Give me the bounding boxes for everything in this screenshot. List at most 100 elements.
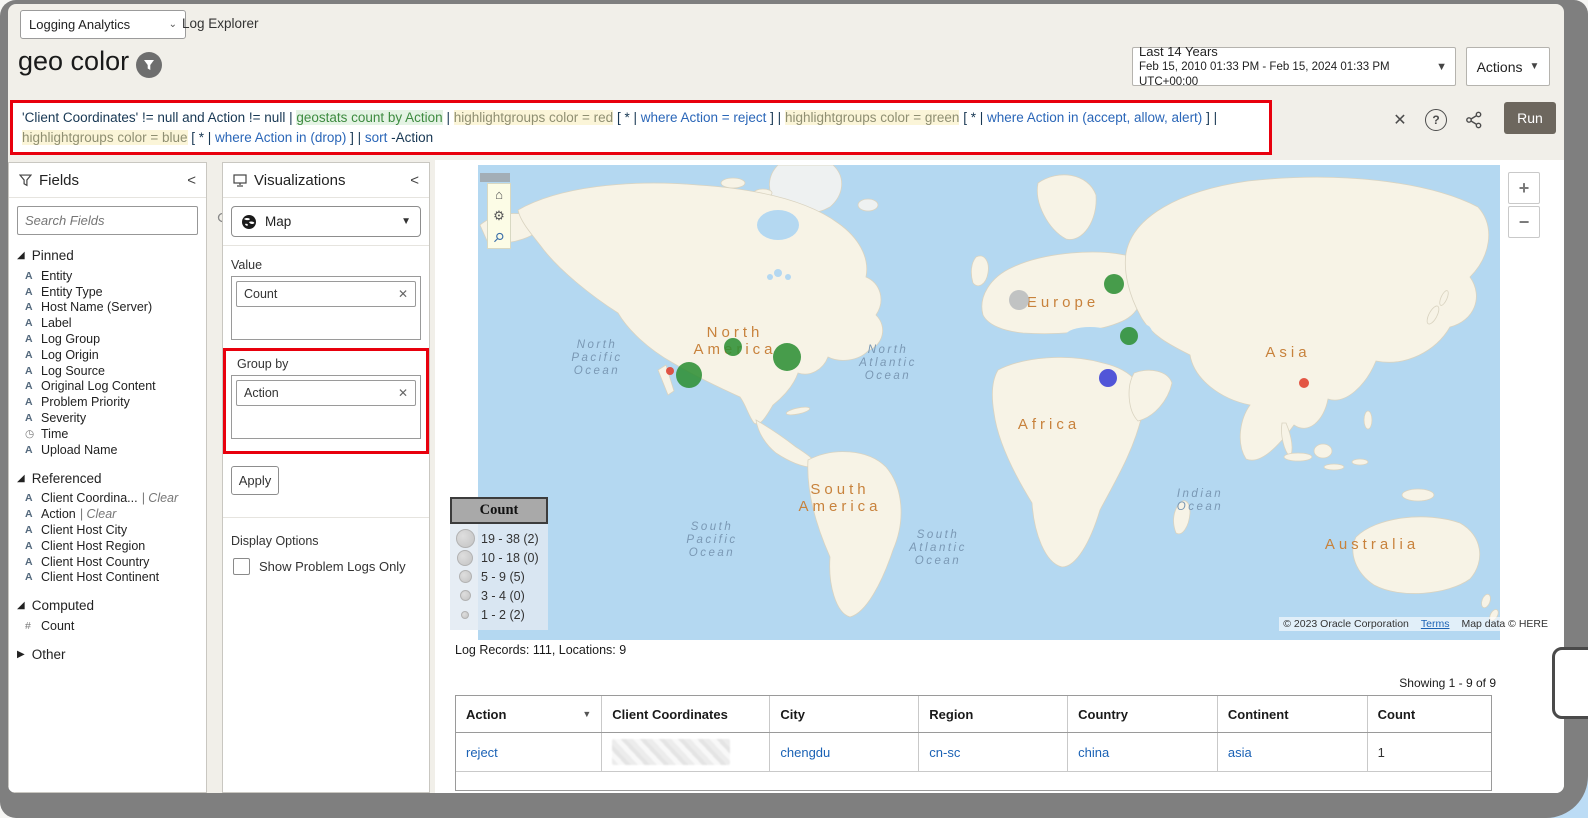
field-item[interactable]: # Count [9,618,206,634]
field-item[interactable]: A Client Host City [9,522,206,538]
chart-type-dropdown[interactable]: Map ▼ [231,206,421,237]
share-icon[interactable] [1462,108,1486,132]
query-token: geostats count by Action [296,110,443,125]
column-header[interactable]: Action ▼ [456,696,603,732]
map-label: South Pacific Ocean [686,521,737,559]
show-problem-logs-checkbox[interactable] [233,558,250,575]
apply-button[interactable]: Apply [231,466,279,495]
column-header[interactable]: Region [919,696,1069,732]
collapse-panel-icon[interactable]: < [187,172,196,189]
zoom-to-data-icon[interactable]: ⚲ [490,229,507,246]
field-item[interactable]: A Host Name (Server) [9,300,206,316]
column-header[interactable]: Continent [1218,696,1368,732]
map-label: South Atlantic Ocean [908,529,967,567]
fields-section-header[interactable]: ▶ Other [17,647,206,662]
column-header[interactable]: Client Coordinates [602,696,771,732]
actions-button-label: Actions [1476,58,1523,75]
map-marker[interactable] [1120,327,1138,345]
table-cell[interactable]: china [1068,733,1218,771]
filter-funnel-badge[interactable] [136,52,162,78]
table-cell[interactable]: chengdu [770,733,920,771]
collapse-panel-icon[interactable]: < [410,172,419,189]
column-header[interactable]: Country [1068,696,1218,732]
query-input[interactable]: 'Client Coordinates' != null and Action … [13,103,1269,153]
help-icon[interactable]: ? [1424,108,1448,132]
table-cell[interactable]: reject [456,733,603,771]
field-item[interactable]: A Problem Priority [9,394,206,410]
value-chip[interactable]: Count ✕ [236,281,416,307]
table-cell[interactable]: asia [1218,733,1368,771]
service-dropdown[interactable]: Logging Analytics ⌄ [20,10,186,39]
map-attribution: © 2023 Oracle Corporation Terms Map data ©… [1279,617,1552,631]
map-marker[interactable] [1009,290,1029,310]
field-item[interactable]: A Action | Clear [9,506,206,522]
map-marker[interactable] [773,343,801,371]
table-cell [602,733,771,771]
field-item[interactable]: A Client Coordina... | Clear [9,491,206,507]
map-marker[interactable] [666,367,674,375]
remove-chip-icon[interactable]: ✕ [398,386,408,400]
legend-row[interactable]: 3 - 4 (0) [454,586,544,605]
column-header[interactable]: City [770,696,920,732]
run-button[interactable]: Run [1504,102,1556,134]
field-item[interactable]: A Log Source [9,363,206,379]
map-zoom-in-button[interactable]: + [1508,172,1540,204]
map-canvas[interactable]: NorthPacificOceanNorthAmericaNorthAtlant… [478,165,1500,640]
field-item[interactable]: A Client Host Continent [9,570,206,586]
map-marker[interactable] [1099,369,1117,387]
text-field-icon: A [25,333,33,346]
field-item[interactable]: A Original Log Content [9,379,206,395]
floating-scroll-handle[interactable] [1552,647,1588,719]
groupby-chip[interactable]: Action ✕ [236,380,416,406]
funnel-icon [144,60,154,70]
clear-field-link[interactable]: | Clear [80,507,117,521]
text-field-icon: A [25,269,33,282]
table-cell[interactable]: cn-sc [919,733,1069,771]
toolbar-drag-handle[interactable] [480,173,510,182]
field-item[interactable]: ◷ Time [9,426,206,442]
fields-section-header[interactable]: ◢ Referenced [17,471,206,486]
funnel-icon [19,173,32,186]
map-zoom-out-button[interactable]: − [1508,206,1540,238]
query-token: sort [364,130,388,145]
query-token: where Action = reject [640,110,767,125]
log-records-status: Log Records: 111, Locations: 9 [455,643,627,657]
clear-field-link[interactable]: | Clear [142,491,179,505]
actions-button[interactable]: Actions ▼ [1466,47,1550,86]
column-header[interactable]: Count [1368,696,1491,732]
field-item[interactable]: A Client Host Region [9,538,206,554]
legend-title: Count [450,497,548,524]
home-icon[interactable]: ⌂ [495,188,503,201]
fields-section-header[interactable]: ◢ Computed [17,598,206,613]
field-item[interactable]: A Entity [9,268,206,284]
query-token: ] | [1202,110,1218,125]
groupby-label: Group by [237,357,289,371]
legend-row[interactable]: 19 - 38 (2) [454,529,544,548]
remove-chip-icon[interactable]: ✕ [398,287,408,301]
field-item[interactable]: A Label [9,315,206,331]
field-item[interactable]: A Log Origin [9,347,206,363]
map-marker[interactable] [724,338,742,356]
legend-row[interactable]: 10 - 18 (0) [454,548,544,567]
text-field-icon: A [25,412,33,425]
legend-row[interactable]: 5 - 9 (5) [454,567,544,586]
field-item[interactable]: A Client Host Country [9,554,206,570]
map-marker[interactable] [1299,378,1309,388]
legend-row[interactable]: 1 - 2 (2) [454,605,544,624]
map-marker[interactable] [676,362,702,388]
field-item[interactable]: A Log Group [9,331,206,347]
query-token: ] | [346,130,365,145]
field-item[interactable]: A Upload Name [9,442,206,458]
map-marker[interactable] [1104,274,1124,294]
field-item[interactable]: A Entity Type [9,284,206,300]
field-item[interactable]: A Severity [9,410,206,426]
text-field-icon: A [25,555,33,568]
fields-section-header[interactable]: ◢ Pinned [17,248,206,263]
text-field-icon: A [25,524,33,537]
clear-query-icon[interactable]: ✕ [1388,108,1412,132]
search-fields-input[interactable] [18,213,210,228]
gear-icon[interactable]: ⚙ [493,209,505,222]
terms-link[interactable]: Terms [1421,618,1450,630]
map-label: South America [798,481,881,515]
time-range-picker[interactable]: Last 14 Years Feb 15, 2010 01:33 PM - Fe… [1132,44,1456,88]
